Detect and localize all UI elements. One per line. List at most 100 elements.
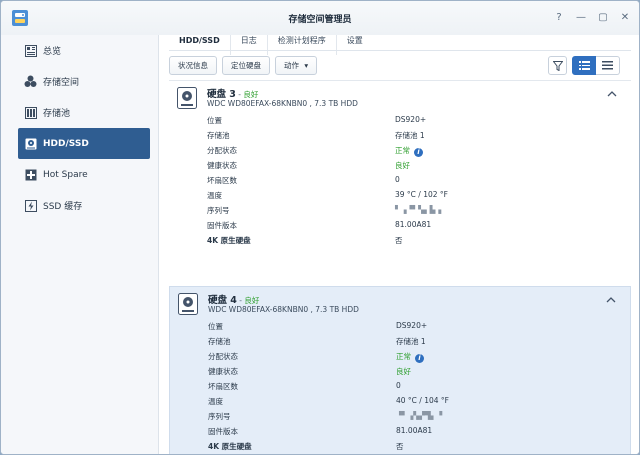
action-label: 动作 — [284, 61, 299, 70]
tab-bar: HDD/SSD 日志 检测计划程序 设置 — [169, 35, 373, 55]
action-dropdown[interactable]: 动作 ▾ — [275, 56, 318, 75]
field-label: 温度 — [208, 397, 223, 406]
help-button[interactable]: ? — [553, 12, 565, 24]
sidebar-item-label: 总览 — [43, 47, 62, 57]
row-temperature: 温度 39 °C / 102 °F — [207, 190, 607, 204]
field-label: 分配状态 — [207, 146, 237, 155]
field-label: 位置 — [208, 322, 223, 331]
detail-view-button[interactable] — [572, 56, 596, 75]
field-label: 序列号 — [207, 206, 230, 215]
list-view-button[interactable] — [596, 56, 620, 75]
sidebar-item-label: Hot Spare — [43, 169, 88, 180]
list-icon — [602, 61, 613, 70]
field-value: 否 — [396, 442, 404, 451]
field-label: 存储池 — [208, 337, 231, 346]
hard-drive-icon — [178, 293, 198, 315]
sidebar-item-storage-pool[interactable]: 存储池 — [18, 97, 150, 128]
field-label: 健康状态 — [208, 367, 238, 376]
tab-settings[interactable]: 设置 — [337, 35, 373, 55]
status-info-button[interactable]: 状况信息 — [169, 56, 217, 75]
chevron-up-icon[interactable] — [606, 296, 616, 304]
field-value: 81.00A81 — [395, 220, 432, 229]
storage-pool-icon — [24, 106, 37, 119]
window-title: 存储空间管理员 — [288, 15, 352, 25]
disk-card[interactable]: 硬盘 3 - 良好 WDC WD80EFAX-68KNBN0 , 7.3 TB … — [169, 80, 631, 252]
sidebar-item-hot-spare[interactable]: Hot Spare — [18, 159, 150, 190]
field-value: 正常 — [396, 352, 411, 361]
row-firmware: 固件版本 81.00A81 — [208, 426, 608, 440]
disk-model: WDC WD80EFAX-68KNBN0 , 7.3 TB HDD — [208, 305, 359, 314]
tab-log[interactable]: 日志 — [231, 35, 268, 55]
sidebar-item-label: HDD/SSD — [43, 138, 89, 149]
chevron-down-icon: ▾ — [304, 61, 309, 70]
row-health: 健康状态 良好 — [208, 366, 608, 380]
filter-button[interactable] — [548, 56, 567, 75]
overview-icon — [24, 44, 37, 57]
toolbar: 状况信息 定位硬盘 动作 ▾ — [169, 56, 318, 75]
sidebar: 总览 存储空间 存储池 HDD/SSD Hot Spare SSD 缓存 — [1, 35, 159, 454]
field-label: 健康状态 — [207, 161, 237, 170]
tab-hdd-ssd[interactable]: HDD/SSD — [169, 35, 231, 55]
field-label: 坏扇区数 — [208, 382, 238, 391]
title-bar: 存储空间管理员 ? — ▢ ✕ — [1, 1, 639, 35]
field-value: 40 °C / 104 °F — [396, 396, 449, 405]
sidebar-item-label: 存储池 — [43, 109, 71, 119]
field-value: 0 — [396, 381, 401, 390]
field-value: ▝▘▗▚▞▜▖▝ — [396, 411, 443, 420]
field-value: 81.00A81 — [396, 426, 433, 435]
locate-disk-button[interactable]: 定位硬盘 — [222, 56, 270, 75]
field-value: 39 °C / 102 °F — [395, 190, 448, 199]
row-temperature: 温度 40 °C / 104 °F — [208, 396, 608, 410]
detail-list-icon — [578, 61, 590, 70]
field-value: 正常 — [395, 146, 410, 155]
row-location: 位置 DS920+ — [207, 115, 607, 129]
hot-spare-icon — [24, 168, 37, 181]
filter-icon — [552, 60, 563, 71]
field-value: ▘▗▝▘▚▖▙▗ — [395, 205, 442, 214]
tab-test-scheduler[interactable]: 检测计划程序 — [268, 35, 337, 55]
info-icon[interactable]: i — [414, 148, 423, 157]
field-label: 序列号 — [208, 412, 231, 421]
sidebar-item-storage-space[interactable]: 存储空间 — [18, 66, 150, 97]
row-alloc: 分配状态 正常 i — [207, 145, 607, 159]
row-native-4k: 4K 原生硬盘 否 — [208, 441, 608, 454]
hard-drive-icon — [177, 87, 197, 109]
field-label: 存储池 — [207, 131, 230, 140]
field-label: 固件版本 — [208, 427, 238, 436]
disk-status: 良好 — [243, 90, 259, 99]
sidebar-item-overview[interactable]: 总览 — [18, 35, 150, 66]
field-value: DS920+ — [396, 321, 428, 330]
sidebar-item-label: 存储空间 — [43, 78, 80, 88]
row-pool: 存储池 存储池 1 — [207, 130, 607, 144]
row-location: 位置 DS920+ — [208, 321, 608, 335]
field-value: 存储池 1 — [395, 131, 425, 140]
maximize-button[interactable]: ▢ — [597, 12, 609, 24]
field-label: 位置 — [207, 116, 222, 125]
main-panel: HDD/SSD 日志 检测计划程序 设置 状况信息 定位硬盘 动作 ▾ 硬盘 3… — [159, 35, 639, 454]
field-label: 4K 原生硬盘 — [207, 236, 251, 245]
chevron-up-icon[interactable] — [607, 90, 617, 98]
row-bad-sectors: 坏扇区数 0 — [207, 175, 607, 189]
disk-model: WDC WD80EFAX-68KNBN0 , 7.3 TB HDD — [207, 99, 358, 108]
sidebar-item-ssd-cache[interactable]: SSD 缓存 — [18, 190, 150, 221]
row-serial: 序列号 ▝▘▗▚▞▜▖▝ — [208, 411, 608, 425]
disk-icon — [24, 137, 37, 150]
field-value: 存储池 1 — [396, 337, 426, 346]
view-toggle — [572, 56, 620, 75]
row-firmware: 固件版本 81.00A81 — [207, 220, 607, 234]
row-health: 健康状态 良好 — [207, 160, 607, 174]
field-value: DS920+ — [395, 115, 427, 124]
disk-list: 硬盘 3 - 良好 WDC WD80EFAX-68KNBN0 , 7.3 TB … — [169, 80, 631, 454]
minimize-button[interactable]: — — [575, 12, 587, 24]
sidebar-item-hdd-ssd[interactable]: HDD/SSD — [18, 128, 150, 159]
field-label: 分配状态 — [208, 352, 238, 361]
field-value: 0 — [395, 175, 400, 184]
row-serial: 序列号 ▘▗▝▘▚▖▙▗ — [207, 205, 607, 219]
sidebar-item-label: SSD 缓存 — [43, 202, 83, 212]
close-button[interactable]: ✕ — [619, 12, 631, 24]
ssd-cache-icon — [24, 199, 37, 212]
row-pool: 存储池 存储池 1 — [208, 336, 608, 350]
info-icon[interactable]: i — [415, 354, 424, 363]
storage-manager-window: 存储空间管理员 ? — ▢ ✕ 总览 存储空间 存储池 HDD/SSD Hot … — [0, 0, 640, 455]
disk-card[interactable]: 硬盘 4 - 良好 WDC WD80EFAX-68KNBN0 , 7.3 TB … — [169, 286, 631, 454]
